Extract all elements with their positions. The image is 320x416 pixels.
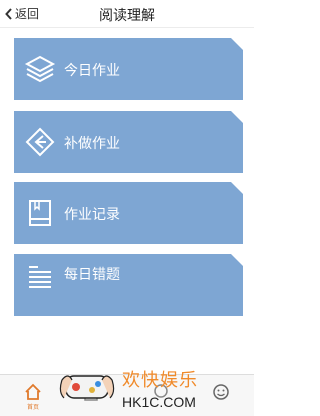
document-icon: [84, 383, 98, 401]
home-icon: [25, 383, 41, 400]
card-label: 每日错题: [64, 266, 120, 282]
diamond-arrow-icon: [25, 127, 55, 157]
tab-document[interactable]: [66, 377, 116, 415]
tab-home[interactable]: 首页: [8, 377, 58, 415]
tab-profile[interactable]: [196, 377, 246, 415]
card-homework-record[interactable]: 作业记录: [14, 182, 243, 244]
card-daily-mistakes[interactable]: 每日错题: [14, 254, 243, 316]
layers-icon: [24, 55, 56, 83]
corner-fold: [231, 182, 243, 194]
tab-chat[interactable]: [136, 377, 186, 415]
bottom-tab-bar: 首页: [0, 374, 254, 416]
corner-fold: [231, 38, 243, 50]
chevron-left-icon: [5, 7, 12, 20]
card-makeup-homework[interactable]: 补做作业: [14, 111, 243, 173]
chat-icon: [154, 384, 168, 398]
book-icon: [29, 200, 51, 226]
smiley-icon: [213, 384, 229, 400]
list-icon: [29, 266, 51, 288]
back-button[interactable]: 返回: [5, 5, 39, 22]
top-bar: 返回 阅读理解: [0, 0, 254, 28]
card-label: 补做作业: [64, 135, 120, 151]
card-today-homework[interactable]: 今日作业: [14, 38, 243, 100]
corner-fold: [231, 111, 243, 123]
back-label: 返回: [15, 7, 40, 21]
card-label: 今日作业: [64, 62, 120, 78]
tab-label: 首页: [26, 405, 39, 411]
card-label: 作业记录: [64, 206, 120, 222]
corner-fold: [231, 254, 243, 266]
